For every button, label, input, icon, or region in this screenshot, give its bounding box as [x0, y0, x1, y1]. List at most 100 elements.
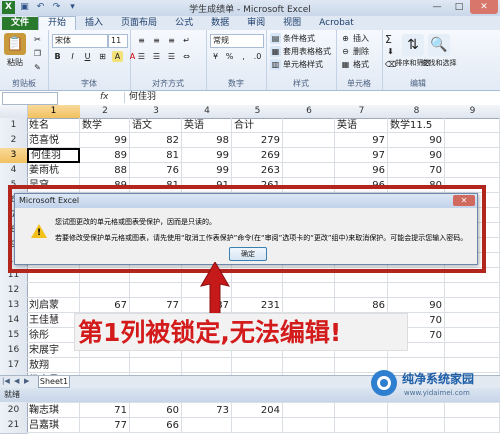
table-cell[interactable] — [182, 418, 232, 433]
table-cell[interactable]: 范喜悦 — [27, 133, 80, 148]
select-all-corner[interactable] — [0, 105, 28, 119]
bold-icon[interactable]: B — [52, 51, 63, 62]
underline-icon[interactable]: U — [82, 51, 93, 62]
first-sheet-icon[interactable]: |◀ — [2, 377, 10, 385]
table-cell[interactable] — [445, 148, 500, 163]
table-cell[interactable]: 敖翔 — [27, 358, 80, 373]
row-header[interactable]: 15 — [0, 328, 28, 344]
table-cell[interactable]: 数学11.5 — [388, 118, 445, 133]
table-cell[interactable]: 77 — [80, 418, 130, 433]
row-header[interactable]: 12 — [0, 283, 28, 299]
tab-insert[interactable]: 插入 — [76, 17, 112, 30]
table-cell[interactable]: 姜雨杭 — [27, 163, 80, 178]
autosum-button[interactable]: Σ — [385, 33, 392, 46]
table-cell[interactable]: 90 — [388, 148, 445, 163]
table-cell[interactable]: 81 — [130, 148, 182, 163]
fill-color-icon[interactable]: A — [112, 51, 123, 62]
wrap-text-icon[interactable]: ↵ — [181, 35, 192, 46]
row-header[interactable]: 2 — [0, 133, 28, 149]
table-cell[interactable]: 96 — [335, 163, 388, 178]
table-cell[interactable] — [27, 283, 80, 298]
clear-button[interactable]: ⌫ — [385, 59, 396, 70]
font-size-select[interactable]: 11 — [108, 34, 128, 48]
row-header[interactable]: 3 — [0, 148, 28, 164]
insert-cells-button[interactable]: ⊕ 插入 — [340, 33, 369, 44]
table-cell[interactable]: 98 — [182, 133, 232, 148]
table-cell[interactable] — [445, 283, 500, 298]
table-cell[interactable]: 吕嘉琪 — [27, 418, 80, 433]
table-cell[interactable] — [232, 418, 283, 433]
fill-button[interactable]: ⬇ — [385, 46, 396, 57]
format-cells-button[interactable]: ▦ 格式 — [340, 59, 369, 70]
table-cell[interactable]: 82 — [130, 133, 182, 148]
table-cell[interactable] — [130, 283, 182, 298]
row-header[interactable]: 4 — [0, 163, 28, 179]
table-cell[interactable] — [283, 148, 335, 163]
table-cell[interactable] — [445, 418, 500, 433]
row-header[interactable]: 16 — [0, 343, 28, 359]
table-cell[interactable] — [232, 358, 283, 373]
table-cell[interactable] — [445, 343, 500, 358]
italic-icon[interactable]: I — [67, 51, 78, 62]
column-header[interactable]: 1 — [27, 105, 81, 119]
tab-review[interactable]: 审阅 — [238, 17, 274, 30]
name-box[interactable] — [2, 92, 58, 105]
table-cell[interactable]: 66 — [130, 418, 182, 433]
table-cell[interactable]: 王佳慧 — [27, 313, 80, 328]
table-cell[interactable]: 77 — [130, 298, 182, 313]
column-header[interactable]: 3 — [130, 105, 183, 119]
table-cell[interactable]: 姓名 — [27, 118, 80, 133]
tab-page-layout[interactable]: 页面布局 — [112, 17, 166, 30]
table-cell[interactable]: 231 — [232, 298, 283, 313]
align-center-icon[interactable]: ☰ — [151, 51, 162, 62]
table-cell[interactable]: 97 — [335, 133, 388, 148]
tab-acrobat[interactable]: Acrobat — [310, 17, 363, 30]
align-right-icon[interactable]: ☰ — [166, 51, 177, 62]
tab-formulas[interactable]: 公式 — [166, 17, 202, 30]
table-cell[interactable]: 99 — [182, 148, 232, 163]
table-cell[interactable]: 76 — [130, 163, 182, 178]
undo-icon[interactable]: ↶ — [34, 1, 47, 14]
table-cell[interactable]: 204 — [232, 403, 283, 418]
table-cell[interactable]: 70 — [388, 163, 445, 178]
table-cell[interactable]: 279 — [232, 133, 283, 148]
row-header[interactable]: 14 — [0, 313, 28, 329]
currency-icon[interactable]: ¥ — [210, 51, 221, 62]
column-header[interactable]: 4 — [182, 105, 233, 119]
table-cell[interactable]: 宋展宇 — [27, 343, 80, 358]
table-cell[interactable] — [182, 358, 232, 373]
table-cell[interactable] — [388, 403, 445, 418]
table-cell[interactable]: 97 — [335, 148, 388, 163]
table-cell[interactable] — [445, 298, 500, 313]
format-painter-button[interactable]: ✎ — [32, 62, 43, 73]
tab-file[interactable]: 文件 — [2, 17, 39, 30]
close-window-button[interactable]: ✕ — [470, 0, 498, 14]
conditional-format-button[interactable]: ▤ 条件格式 — [270, 33, 315, 44]
table-cell[interactable]: 90 — [388, 298, 445, 313]
row-header[interactable]: 13 — [0, 298, 28, 314]
row-header[interactable]: 20 — [0, 403, 28, 419]
table-cell[interactable]: 99 — [80, 133, 130, 148]
table-cell[interactable] — [335, 403, 388, 418]
next-sheet-icon[interactable]: ▶ — [24, 377, 29, 385]
table-cell[interactable] — [283, 358, 335, 373]
table-cell[interactable] — [130, 358, 182, 373]
table-cell[interactable]: 263 — [232, 163, 283, 178]
table-cell[interactable] — [80, 283, 130, 298]
align-middle-icon[interactable]: ≡ — [151, 35, 162, 46]
row-header[interactable]: 1 — [0, 118, 28, 134]
table-cell[interactable] — [445, 403, 500, 418]
copy-button[interactable]: ❐ — [32, 48, 43, 59]
table-cell[interactable] — [80, 358, 130, 373]
cell-styles-button[interactable]: ▥ 单元格样式 — [270, 59, 323, 70]
minimize-button[interactable]: — — [426, 0, 448, 14]
table-cell[interactable] — [335, 418, 388, 433]
align-top-icon[interactable]: ≡ — [136, 35, 147, 46]
table-cell[interactable]: 71 — [80, 403, 130, 418]
tab-data[interactable]: 数据 — [202, 17, 238, 30]
row-header[interactable]: 21 — [0, 418, 28, 434]
table-cell[interactable] — [232, 283, 283, 298]
table-cell[interactable]: 89 — [80, 148, 130, 163]
table-cell[interactable] — [445, 328, 500, 343]
table-cell[interactable] — [283, 163, 335, 178]
